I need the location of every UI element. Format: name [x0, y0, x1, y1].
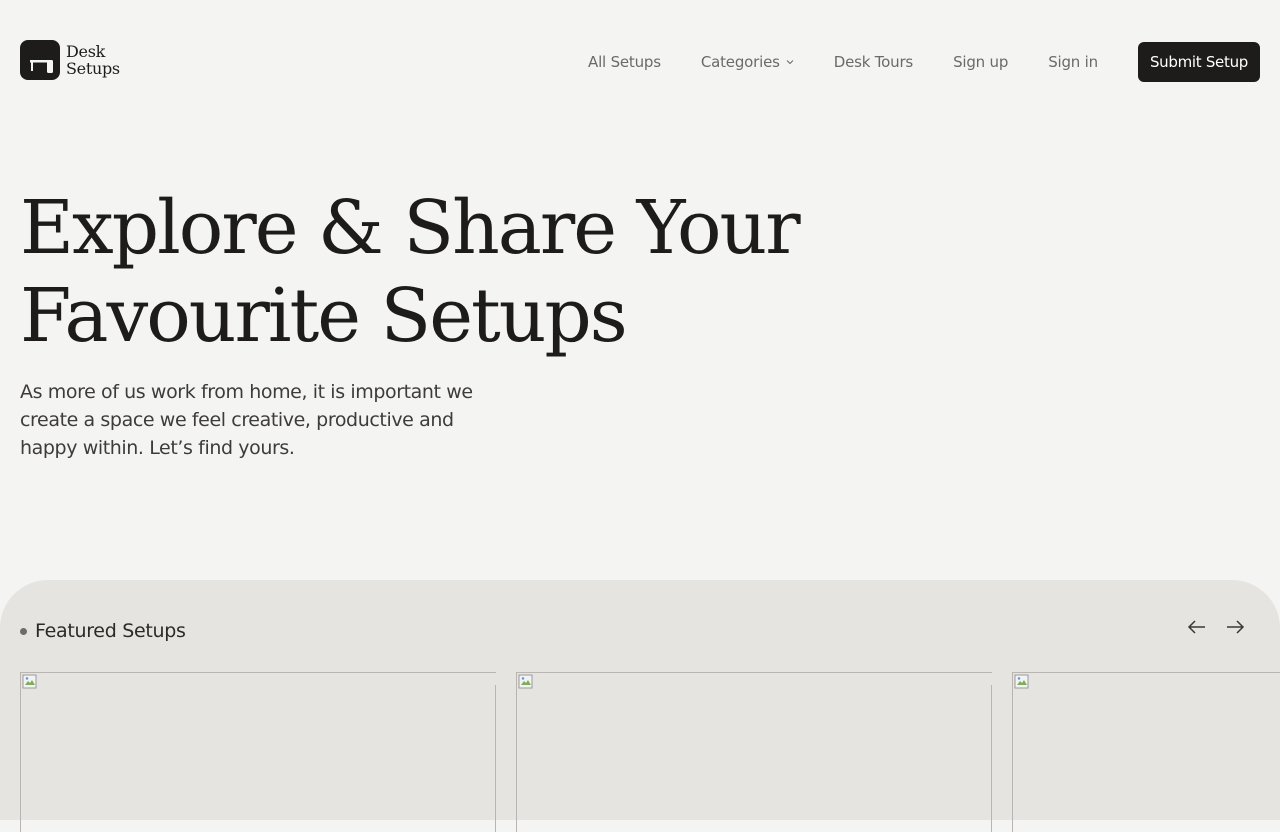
logo-line-1: Desk — [66, 42, 106, 61]
setup-card[interactable] — [516, 672, 992, 832]
nav-sign-in[interactable]: Sign in — [1048, 53, 1098, 71]
hero-title-line-2: Favourite Setups — [20, 273, 628, 359]
submit-setup-button[interactable]: Submit Setup — [1137, 42, 1260, 82]
broken-image-icon — [22, 674, 37, 689]
broken-image-icon — [518, 674, 533, 689]
featured-heading: Featured Setups — [20, 620, 186, 642]
arrow-left-icon[interactable] — [1186, 616, 1208, 638]
hero-title-line-1: Explore & Share Your — [20, 185, 801, 271]
arrow-right-icon[interactable] — [1224, 616, 1246, 638]
nav-categories-label: Categories — [700, 53, 780, 71]
nav-all-setups[interactable]: All Setups — [588, 53, 661, 71]
setup-card[interactable] — [1012, 672, 1280, 832]
broken-image-icon — [1014, 674, 1029, 689]
card-divider — [495, 685, 496, 832]
hero: Explore & Share Your Favourite Setups As… — [20, 184, 920, 462]
nav-desk-tours[interactable]: Desk Tours — [834, 53, 914, 71]
main-nav: All Setups Categories Desk Tours Sign up… — [588, 42, 1260, 82]
featured-title: Featured Setups — [35, 620, 186, 642]
nav-categories[interactable]: Categories — [701, 53, 794, 71]
hero-title: Explore & Share Your Favourite Setups — [20, 184, 920, 360]
carousel-controls — [1186, 616, 1246, 638]
setup-card[interactable] — [20, 672, 496, 832]
logo[interactable]: Desk Setups — [20, 40, 120, 80]
site-header: Desk Setups All Setups Categories Desk T… — [0, 0, 1280, 124]
logo-text: Desk Setups — [66, 43, 120, 77]
hero-subtitle: As more of us work from home, it is impo… — [20, 381, 473, 459]
featured-setups-section: Featured Setups — [0, 580, 1280, 832]
bullet-dot-icon — [20, 627, 27, 635]
logo-line-2: Setups — [66, 59, 120, 78]
chevron-down-icon — [786, 60, 794, 65]
desk-logo-icon — [20, 40, 60, 80]
card-divider — [991, 685, 992, 832]
nav-sign-up[interactable]: Sign up — [953, 53, 1008, 71]
